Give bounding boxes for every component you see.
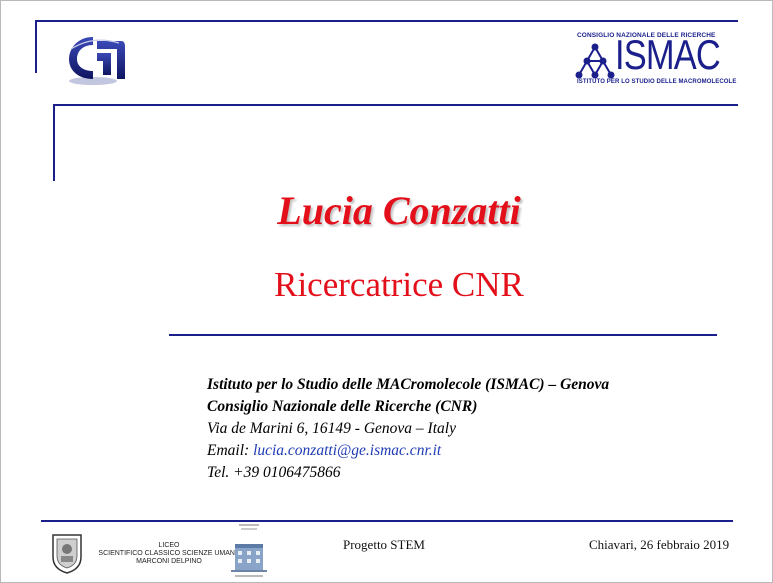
council-name: Consiglio Nazionale delle Ricerche (CNR) <box>207 398 478 415</box>
institute-name: Istituto per lo Studio delle MACromoleco… <box>207 376 610 393</box>
phone: Tel. +39 0106475866 <box>207 464 341 481</box>
liceo-crest-icon <box>52 534 82 574</box>
school-name-line-3: MARCONI DELPINO <box>136 558 202 565</box>
school-name-line-2: SCIENTIFICO CLASSICO SCIENZE UMANE <box>98 550 240 557</box>
presenter-name: Lucia Conzatti <box>277 188 521 233</box>
email-label: Email: <box>207 442 254 459</box>
footer-rule <box>41 520 733 522</box>
ismac-logo-word: ISMAC <box>615 31 721 78</box>
ismac-molecule-icon <box>575 43 615 79</box>
project-name: Progetto STEM <box>343 537 425 552</box>
affiliation-block: Istituto per lo Studio delle MACromoleco… <box>207 374 609 484</box>
school-name: LICEO SCIENTIFICO CLASSICO SCIENZE UMANE… <box>89 542 249 566</box>
top-left-vertical-rule <box>35 20 37 73</box>
presentation-date: Chiavari, 26 febbraio 2019 <box>589 537 730 552</box>
ismac-logo-bottom-text: ISTITUTO PER LO STUDIO DELLE MACROMOLECO… <box>577 79 737 85</box>
school-building-icon <box>231 524 267 577</box>
email-line: Email: lucia.conzatti@ge.ismac.cnr.it <box>207 440 609 462</box>
school-name-line-1: LICEO <box>158 542 180 549</box>
email-link[interactable]: lucia.conzatti@ge.ismac.cnr.it <box>253 442 441 459</box>
ismac-logo: CONSIGLIO NAZIONALE DELLE RICERCHE ISMAC <box>573 31 737 91</box>
name-underline-rule <box>169 334 717 336</box>
second-rule <box>53 104 738 106</box>
second-left-vertical-rule <box>53 104 55 181</box>
slide: CONSIGLIO NAZIONALE DELLE RICERCHE ISMAC <box>0 0 773 583</box>
presenter-role: Ricercatrice CNR <box>274 265 524 304</box>
cnr-logo-icon <box>69 37 125 85</box>
top-rule <box>35 20 738 22</box>
address: Via de Marini 6, 16149 - Genova – Italy <box>207 420 456 437</box>
